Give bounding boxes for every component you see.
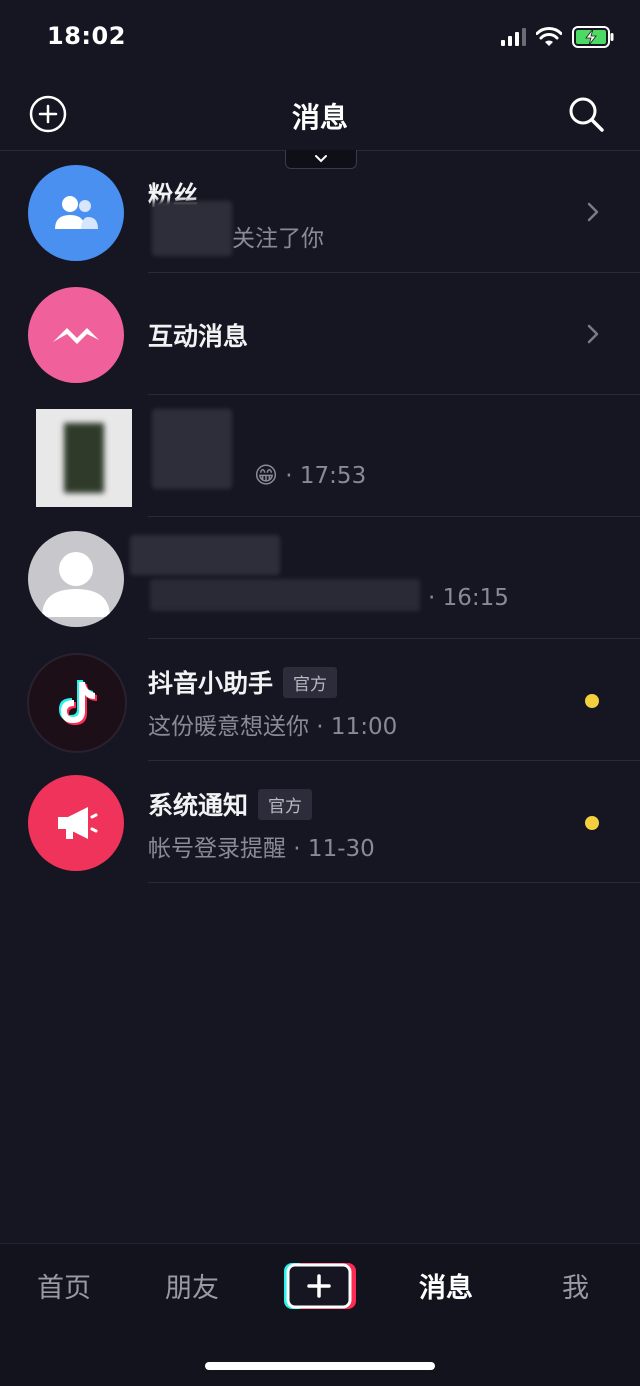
default-avatar xyxy=(28,531,124,627)
list-item-title: 系统通知 xyxy=(148,791,249,820)
battery-charging-icon xyxy=(572,26,614,48)
list-item-subtitle: 帐号登录提醒 · 11-30 xyxy=(148,836,375,862)
create-button[interactable] xyxy=(284,1263,356,1309)
list-item-subtitle: · 16:15 xyxy=(428,585,509,611)
people-icon xyxy=(55,196,98,229)
redacted-name xyxy=(152,201,232,256)
status-time: 18:02 xyxy=(47,22,126,50)
plus-icon xyxy=(284,1263,356,1309)
list-item-subtitle: 关注了你 xyxy=(232,226,324,252)
list-item-system[interactable]: 系统通知 官方 帐号登录提醒 · 11-30 xyxy=(0,761,640,883)
system-avatar xyxy=(28,775,124,871)
official-badge: 官方 xyxy=(258,788,313,820)
megaphone-icon xyxy=(58,807,98,839)
redacted-name xyxy=(152,409,232,489)
list-item-subtitle: 😁 · 17:53 xyxy=(254,463,367,489)
search-icon xyxy=(569,97,604,132)
list-item-chat[interactable]: · 16:15 xyxy=(0,517,640,639)
interactions-avatar xyxy=(28,287,124,383)
list-item-title: 互动消息 xyxy=(148,322,249,351)
list-item-interactions[interactable]: 互动消息 xyxy=(0,273,640,395)
home-indicator xyxy=(205,1362,435,1370)
tab-messages[interactable]: 消息 xyxy=(419,1266,473,1305)
assistant-avatar xyxy=(27,653,127,753)
page-title: 消息 xyxy=(291,101,348,134)
list-item-assistant[interactable]: 抖音小助手 官方 这份暖意想送你 · 11:00 xyxy=(0,639,640,761)
official-badge: 官方 xyxy=(283,666,338,698)
tab-me[interactable]: 我 xyxy=(562,1266,589,1305)
search-button[interactable] xyxy=(566,94,606,134)
fans-avatar xyxy=(28,165,124,261)
grin-emoji: 😁 xyxy=(254,463,278,489)
person-silhouette-icon xyxy=(42,552,110,617)
message-list: 粉丝 关注了你 互动消息 😁 · 17:53 · 16:15 抖音小助手 官方 … xyxy=(0,151,640,883)
unread-dot xyxy=(585,694,599,708)
cellular-signal-icon xyxy=(501,28,526,46)
pull-down-handle[interactable] xyxy=(285,150,357,169)
chevron-right-icon xyxy=(587,202,599,222)
status-bar: 18:02 xyxy=(0,0,640,78)
list-item-subtitle: 这份暖意想送你 · 11:00 xyxy=(148,714,398,740)
list-item-title: 抖音小助手 xyxy=(148,669,274,698)
chevron-down-icon xyxy=(315,155,327,163)
list-item-fans[interactable]: 粉丝 关注了你 xyxy=(0,151,640,273)
list-item-chat[interactable]: 😁 · 17:53 xyxy=(0,395,640,517)
status-icons xyxy=(501,26,614,48)
redacted-name xyxy=(130,535,280,575)
user-avatar xyxy=(36,409,132,507)
lightning-wave-icon xyxy=(53,328,99,344)
chevron-right-icon xyxy=(587,324,599,344)
header: 消息 xyxy=(0,78,640,151)
wifi-icon xyxy=(536,27,562,46)
tiktok-logo-icon xyxy=(59,680,97,725)
tab-home[interactable]: 首页 xyxy=(37,1266,91,1305)
tab-friends[interactable]: 朋友 xyxy=(165,1266,219,1305)
unread-dot xyxy=(585,816,599,830)
redacted-preview xyxy=(150,579,420,611)
